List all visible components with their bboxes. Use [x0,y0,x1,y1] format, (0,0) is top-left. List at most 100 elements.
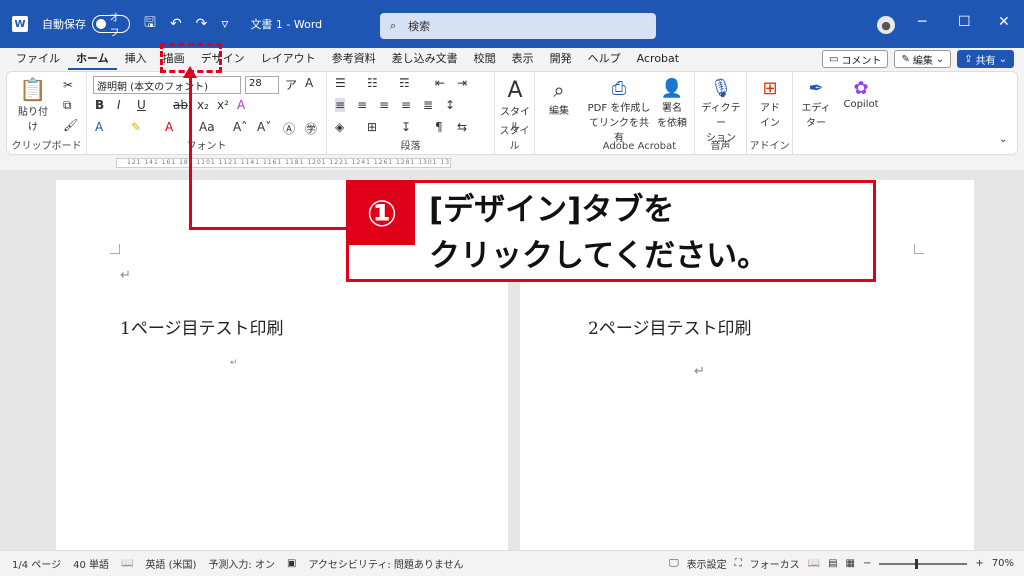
shrink-font-icon[interactable]: A˅ [257,120,271,134]
tab-home[interactable]: ホーム [68,48,117,70]
acrobat-group: ⎙ PDF を作成し てリンクを共有 👤 署名 を依頼 Adobe Acroba… [585,72,695,154]
autosave-toggle[interactable]: オフ [92,13,130,39]
bold-icon[interactable]: B [95,98,104,112]
undo-icon[interactable]: ↶ [170,16,182,32]
accessibility-status[interactable]: アクセシビリティ: 問題ありません [308,556,463,571]
borders-icon[interactable]: ⊞ [367,120,377,134]
char-border-icon[interactable]: A [305,76,313,90]
asian-layout-icon[interactable]: ⇆ [457,120,467,134]
shading-icon[interactable]: ◈ [335,120,344,134]
grow-font-icon[interactable]: A˄ [233,120,247,134]
tab-developer[interactable]: 開発 [542,48,580,70]
distribute-icon[interactable]: ≣ [423,98,433,112]
font-size-case-icon[interactable]: Aa [199,120,215,134]
tab-review[interactable]: 校閲 [466,48,504,70]
enclose-char-icon[interactable]: ㊫ [305,120,317,137]
align-left-icon[interactable]: ≡ [335,98,346,112]
search-box[interactable]: ⌕ 検索 [380,13,656,39]
macro-icon[interactable]: ▣ [287,558,296,569]
justify-icon[interactable]: ≡ [401,98,411,112]
display-settings-icon[interactable]: 🖵 [669,558,679,569]
tab-file[interactable]: ファイル [8,48,68,70]
paste-button[interactable]: 📋 貼り付け [15,78,51,133]
read-mode-icon[interactable]: 📖 [808,558,820,569]
dictate-label-1: ディクテー [701,103,741,129]
align-center-icon[interactable]: ≡ [357,98,367,112]
underline-icon[interactable]: U [137,98,146,112]
tab-view[interactable]: 表示 [504,48,542,70]
magnifier-icon: ⌕ [553,78,565,102]
copy-icon[interactable]: ⧉ [63,98,72,113]
decrease-indent-icon[interactable]: ⇤ [435,76,445,90]
display-settings[interactable]: 表示設定 [687,556,727,571]
comment-button[interactable]: ▭ コメント [821,50,889,68]
request-signature-button[interactable]: 👤 署名 を依頼 [653,78,691,129]
search-icon: ⌕ [390,19,397,32]
focus-icon[interactable]: ⛶ [735,558,742,569]
sort-icon[interactable]: ↧ [401,120,411,134]
align-right-icon[interactable]: ≡ [379,98,389,112]
word-count[interactable]: 40 単語 [73,556,109,571]
focus-mode[interactable]: フォーカス [750,556,800,571]
tab-help[interactable]: ヘルプ [580,48,629,70]
create-pdf-button[interactable]: ⎙ PDF を作成し てリンクを共有 [587,78,651,144]
paragraph-mark-icon: ↵ [120,268,131,283]
numbering-icon[interactable]: ☷ [367,76,378,90]
text-effects-icon[interactable]: A [95,120,103,134]
char-shading-icon[interactable]: Ⓐ [283,120,295,137]
italic-icon[interactable]: I [117,98,121,112]
tab-mailings[interactable]: 差し込み文書 [384,48,466,70]
clear-format-icon[interactable]: A [237,98,245,112]
strikethrough-icon[interactable]: ab [173,98,188,112]
addins-button[interactable]: ⊞ アド イン [751,78,789,129]
zoom-out-icon[interactable]: − [863,558,871,569]
line-spacing-icon[interactable]: ↕ [445,98,455,112]
tab-acrobat[interactable]: Acrobat [629,48,687,70]
sign-label-1: 署名 [662,103,682,114]
cut-icon[interactable]: ✂ [63,78,73,92]
print-layout-icon[interactable]: ▤ [828,558,837,569]
web-layout-icon[interactable]: ▦ [846,558,855,569]
tab-references[interactable]: 参考資料 [324,48,384,70]
highlight-icon[interactable]: ✎ [131,120,141,134]
close-icon[interactable]: ✕ [998,14,1010,30]
font-name-select[interactable]: 游明朝 (本文のフォント) [93,76,241,94]
bullets-icon[interactable]: ☰ [335,76,346,90]
zoom-level[interactable]: 70% [992,558,1014,569]
editing-group: ⌕ 編集 [535,72,585,154]
redo-icon[interactable]: ↷ [196,16,208,32]
change-case-icon[interactable]: ア [285,76,297,93]
tab-insert[interactable]: 挿入 [117,48,155,70]
dictate-button[interactable]: 🎙 ディクテー ション [697,78,745,144]
multilevel-list-icon[interactable]: ☶ [399,76,410,90]
maximize-icon[interactable]: ☐ [958,14,971,30]
tab-layout[interactable]: レイアウト [253,48,324,70]
editor-button[interactable]: ✒ エディ ター [799,78,833,129]
show-marks-icon[interactable]: ¶ [435,120,443,134]
subscript-icon[interactable]: x₂ [197,98,209,112]
zoom-in-icon[interactable]: + [975,558,983,569]
format-painter-icon[interactable]: 🖌 [63,118,78,132]
increase-indent-icon[interactable]: ⇥ [457,76,467,90]
page-count[interactable]: 1/4 ページ [12,556,61,571]
ruler: 121 141 161 181 1101 1121 1141 1161 1181… [0,156,1024,170]
collapse-ribbon-icon[interactable]: ⌄ [999,134,1007,145]
share-button[interactable]: ⇪ 共有 ⌄ [957,50,1014,68]
copilot-button[interactable]: ✿ Copilot [839,78,883,110]
save-icon[interactable]: 🖫 [144,12,156,36]
zoom-thumb[interactable] [915,558,919,569]
superscript-icon[interactable]: x² [217,98,229,112]
editing-mode-button[interactable]: ✎ 編集 ⌄ [894,50,952,68]
editing-button[interactable]: ⌕ 編集 [541,78,577,117]
language[interactable]: 英語 (米国) [145,556,196,571]
zoom-slider[interactable] [879,558,968,569]
customize-toolbar-icon[interactable]: ▿ [221,16,228,32]
minimize-icon[interactable]: ─ [918,14,926,30]
addins-grid-icon: ⊞ [762,78,778,99]
proofing-icon[interactable]: 📖 [121,558,133,569]
horizontal-ruler[interactable]: 121 141 161 181 1101 1121 1141 1161 1181… [116,158,451,168]
text-predictions[interactable]: 予測入力: オン [208,556,275,571]
profile-avatar-icon[interactable]: ● [877,16,895,34]
font-size-select[interactable]: 28 [245,76,279,94]
font-color-icon[interactable]: A [165,120,173,134]
